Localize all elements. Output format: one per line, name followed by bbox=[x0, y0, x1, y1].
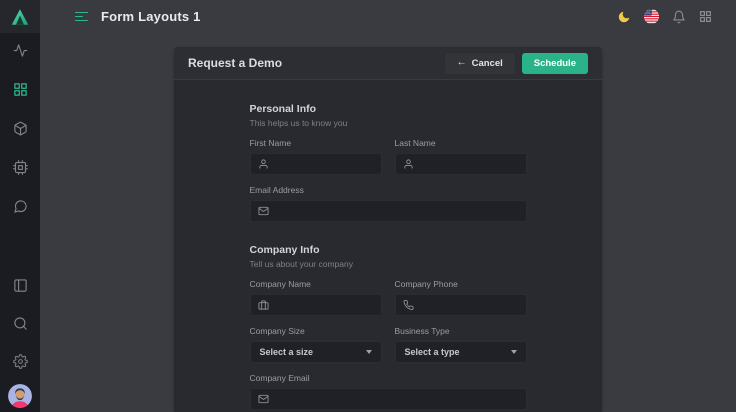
company-name-input[interactable] bbox=[250, 294, 382, 316]
personal-info-subheading: This helps us to know you bbox=[250, 118, 527, 128]
first-name-input[interactable] bbox=[250, 153, 382, 175]
avatar-image bbox=[8, 384, 32, 408]
company-email-input[interactable] bbox=[250, 388, 527, 410]
sidebar bbox=[0, 0, 40, 412]
business-type-value: Select a type bbox=[405, 347, 460, 357]
company-size-select[interactable]: Select a size bbox=[250, 341, 382, 363]
app-root: Form Layouts 1 bbox=[0, 0, 736, 412]
company-info-section: Company Info Tell us about your company … bbox=[250, 244, 527, 410]
first-name-field: First Name bbox=[250, 138, 382, 175]
form-column: Personal Info This helps us to know you … bbox=[250, 103, 527, 410]
card-body: Personal Info This helps us to know you … bbox=[174, 80, 602, 410]
company-row-1: Company Name Company Phone bbox=[250, 269, 527, 316]
company-phone-field: Company Phone bbox=[395, 279, 527, 316]
company-name-field: Company Name bbox=[250, 279, 382, 316]
back-arrow-icon: ← bbox=[457, 58, 467, 68]
business-type-field: Business Type Select a type bbox=[395, 326, 527, 363]
company-email-label: Company Email bbox=[250, 373, 527, 383]
last-name-label: Last Name bbox=[395, 138, 527, 148]
apps-menu-button[interactable] bbox=[699, 10, 712, 23]
schedule-button-label: Schedule bbox=[534, 58, 576, 69]
sidebar-nav-bottom bbox=[0, 266, 40, 412]
sidebar-item-messages[interactable] bbox=[0, 187, 40, 226]
company-email-input-wrap bbox=[250, 388, 527, 410]
language-button[interactable] bbox=[644, 9, 659, 24]
box-icon bbox=[13, 121, 28, 136]
page-title: Form Layouts 1 bbox=[101, 9, 201, 24]
company-info-subheading: Tell us about your company bbox=[250, 259, 527, 269]
personal-info-section: Personal Info This helps us to know you … bbox=[250, 103, 527, 222]
sidebar-item-components[interactable] bbox=[0, 109, 40, 148]
cancel-button[interactable]: ← Cancel bbox=[445, 53, 515, 74]
user-avatar[interactable] bbox=[0, 380, 40, 412]
personal-info-heading: Personal Info bbox=[250, 103, 527, 115]
email-label: Email Address bbox=[250, 185, 527, 195]
sidebar-item-search[interactable] bbox=[0, 304, 40, 342]
activity-icon bbox=[13, 43, 28, 58]
company-email-field: Company Email bbox=[250, 373, 527, 410]
header-actions bbox=[617, 9, 712, 24]
chevron-down-icon bbox=[366, 350, 372, 354]
email-field: Email Address bbox=[250, 185, 527, 222]
chevron-down-icon bbox=[511, 350, 517, 354]
card-header: Request a Demo ← Cancel Schedule bbox=[174, 47, 602, 80]
first-name-label: First Name bbox=[250, 138, 382, 148]
schedule-button[interactable]: Schedule bbox=[522, 53, 588, 74]
email-input[interactable] bbox=[250, 200, 527, 222]
menu-toggle-button[interactable] bbox=[73, 10, 90, 24]
first-name-input-wrap bbox=[250, 153, 382, 175]
logo-triangle-icon bbox=[9, 6, 31, 28]
layout-panel-icon bbox=[13, 278, 28, 293]
company-row-2: Company Size Select a size Business Type bbox=[250, 316, 527, 363]
sidebar-item-system[interactable] bbox=[0, 148, 40, 187]
notifications-button[interactable] bbox=[672, 10, 686, 24]
company-phone-label: Company Phone bbox=[395, 279, 527, 289]
last-name-input-wrap bbox=[395, 153, 527, 175]
top-header: Form Layouts 1 bbox=[40, 0, 736, 33]
settings-icon bbox=[13, 354, 28, 369]
last-name-field: Last Name bbox=[395, 138, 527, 175]
company-size-value: Select a size bbox=[260, 347, 314, 357]
sidebar-item-apps[interactable] bbox=[0, 70, 40, 109]
cpu-icon bbox=[13, 160, 28, 175]
chat-icon bbox=[13, 199, 28, 214]
apps-grid-icon bbox=[699, 10, 712, 23]
content-area: Request a Demo ← Cancel Schedule bbox=[40, 33, 736, 412]
company-name-label: Company Name bbox=[250, 279, 382, 289]
bell-icon bbox=[672, 10, 686, 24]
card-title: Request a Demo bbox=[188, 56, 282, 70]
business-type-select[interactable]: Select a type bbox=[395, 341, 527, 363]
last-name-input[interactable] bbox=[395, 153, 527, 175]
company-size-label: Company Size bbox=[250, 326, 382, 336]
request-demo-card: Request a Demo ← Cancel Schedule bbox=[174, 47, 602, 412]
search-icon bbox=[13, 316, 28, 331]
sidebar-item-activity[interactable] bbox=[0, 31, 40, 70]
sidebar-item-layout[interactable] bbox=[0, 266, 40, 304]
company-phone-input-wrap bbox=[395, 294, 527, 316]
card-actions: ← Cancel Schedule bbox=[445, 53, 588, 74]
sidebar-item-settings[interactable] bbox=[0, 342, 40, 380]
business-type-label: Business Type bbox=[395, 326, 527, 336]
app-logo[interactable] bbox=[0, 0, 40, 33]
email-input-wrap bbox=[250, 200, 527, 222]
main-column: Form Layouts 1 bbox=[40, 0, 736, 412]
moon-icon bbox=[617, 10, 631, 24]
sidebar-nav-top bbox=[0, 31, 40, 226]
grid-icon bbox=[13, 82, 28, 97]
company-phone-input[interactable] bbox=[395, 294, 527, 316]
company-name-input-wrap bbox=[250, 294, 382, 316]
company-size-field: Company Size Select a size bbox=[250, 326, 382, 363]
theme-toggle-button[interactable] bbox=[617, 10, 631, 24]
us-flag-icon bbox=[644, 9, 659, 24]
name-row: First Name Last Name bbox=[250, 128, 527, 175]
cancel-button-label: Cancel bbox=[472, 58, 503, 69]
company-info-heading: Company Info bbox=[250, 244, 527, 256]
